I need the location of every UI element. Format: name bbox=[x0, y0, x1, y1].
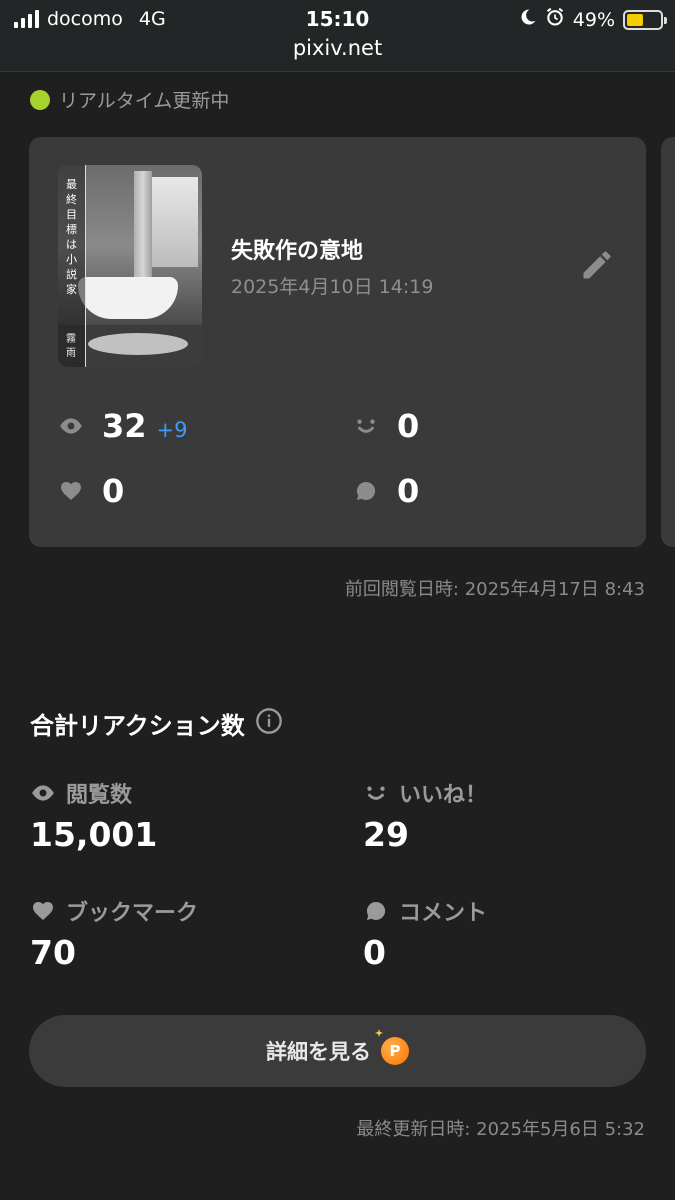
card-views: 32 +9 bbox=[58, 407, 188, 445]
card-views-delta: +9 bbox=[156, 418, 188, 442]
realtime-label: リアルタイム更新中 bbox=[59, 90, 230, 112]
last-updated-time: 最終更新日時: 2025年5月6日 5:32 bbox=[356, 1119, 645, 1140]
card-likes-count: 0 bbox=[397, 407, 420, 445]
total-bookmarks-count: 70 bbox=[30, 933, 76, 972]
eye-icon bbox=[30, 780, 56, 806]
address-bar-url[interactable]: pixiv.net bbox=[0, 36, 675, 60]
heart-icon bbox=[58, 478, 84, 504]
last-viewed-time: 前回閲覧日時: 2025年4月17日 8:43 bbox=[344, 579, 645, 600]
total-reactions-title: 合計リアクション数 bbox=[30, 712, 245, 740]
total-likes-count: 29 bbox=[363, 815, 409, 854]
battery-percent: 49% bbox=[572, 8, 615, 31]
total-views-label: 閲覧数 bbox=[66, 783, 133, 808]
premium-point-icon: P bbox=[381, 1037, 409, 1065]
card-views-count: 32 bbox=[102, 407, 147, 445]
smile-icon bbox=[353, 413, 379, 439]
alarm-icon bbox=[545, 7, 565, 32]
total-comments-label-row: コメント bbox=[363, 895, 487, 927]
total-likes-label-row: いいね！ bbox=[363, 777, 487, 809]
pencil-icon bbox=[579, 251, 615, 287]
heart-icon bbox=[30, 898, 56, 924]
status-right: 49% bbox=[519, 7, 667, 32]
view-details-button[interactable]: 詳細を見る P bbox=[29, 1015, 646, 1087]
work-title[interactable]: 失敗作の意地 bbox=[231, 233, 363, 265]
card-comments-count: 0 bbox=[397, 472, 420, 510]
battery-fill bbox=[627, 13, 643, 26]
moon-icon bbox=[519, 8, 537, 31]
cover-title: 最終目標は小説家 bbox=[66, 178, 77, 296]
comment-icon bbox=[363, 898, 389, 924]
work-date: 2025年4月10日 14:19 bbox=[231, 276, 434, 298]
view-details-label: 詳細を見る bbox=[266, 1040, 371, 1064]
card-bookmarks-count: 0 bbox=[102, 472, 125, 510]
card-bookmarks: 0 bbox=[58, 472, 124, 510]
total-comments-label: コメント bbox=[399, 901, 488, 926]
next-work-card[interactable] bbox=[661, 137, 675, 547]
info-icon[interactable] bbox=[255, 707, 283, 741]
total-bookmarks-label: ブックマーク bbox=[66, 901, 199, 926]
smile-icon bbox=[363, 780, 389, 806]
card-likes: 0 bbox=[353, 407, 419, 445]
status-bar: docomo 4G 15:10 pixiv.net 49% bbox=[0, 0, 675, 72]
total-views-label-row: 閲覧数 bbox=[30, 777, 132, 809]
total-comments-count: 0 bbox=[363, 933, 386, 972]
battery-icon bbox=[623, 9, 667, 30]
total-reactions-heading: 合計リアクション数 bbox=[30, 706, 283, 741]
total-bookmarks-label-row: ブックマーク bbox=[30, 895, 198, 927]
work-card[interactable]: 最終目標は小説家 霧雨 失敗作の意地 2025年4月10日 14:19 32 +… bbox=[29, 137, 646, 547]
total-views-count: 15,001 bbox=[30, 815, 158, 854]
realtime-dot bbox=[30, 89, 50, 110]
edit-button[interactable] bbox=[579, 247, 615, 283]
comment-icon bbox=[353, 478, 379, 504]
work-cover-image[interactable]: 最終目標は小説家 霧雨 bbox=[58, 165, 202, 367]
card-comments: 0 bbox=[353, 472, 419, 510]
eye-icon bbox=[58, 413, 84, 439]
realtime-indicator: リアルタイム更新中 bbox=[30, 86, 229, 113]
cover-author: 霧雨 bbox=[66, 334, 76, 359]
total-likes-label: いいね！ bbox=[399, 783, 488, 808]
